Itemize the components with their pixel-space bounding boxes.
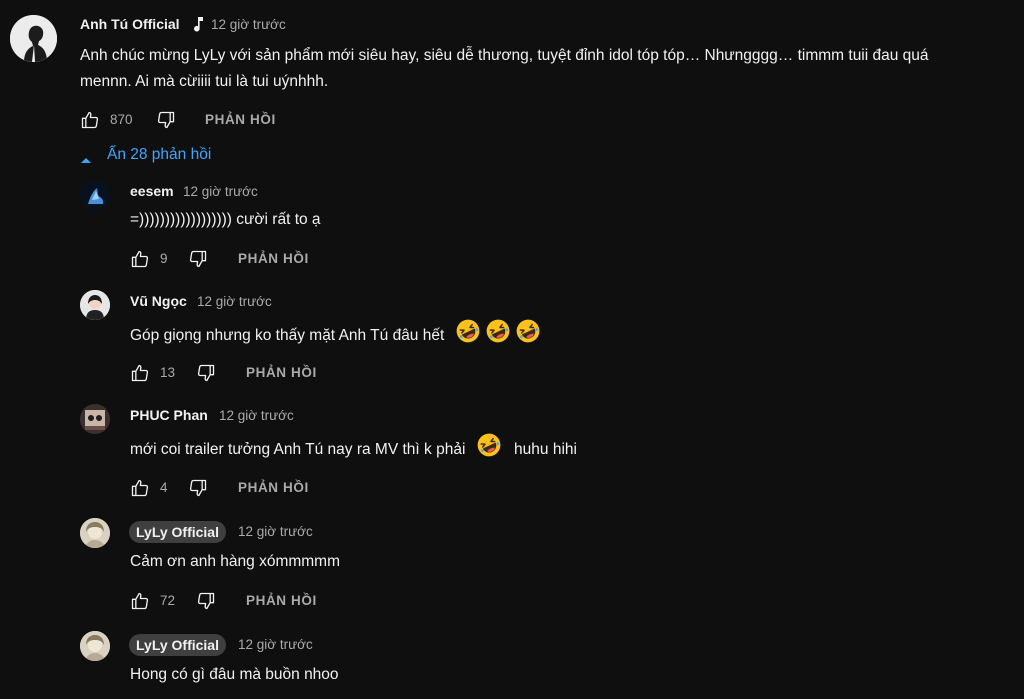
rofl-emoji-icon [515, 318, 541, 344]
creator-badge[interactable]: LyLy Official [129, 634, 226, 656]
hide-replies-label: Ẩn 28 phản hồi [107, 146, 212, 163]
comment-timestamp[interactable]: 12 giờ trước [238, 637, 313, 652]
comment-author[interactable]: Anh Tú Official [80, 16, 180, 32]
comment-text-line: mennn. Ai mà cừiiii tui là tui uýnhhh. [80, 73, 329, 90]
comment-text: =)))))))))))))))))) cười rất to ạ [130, 211, 321, 228]
thumbs-down-icon[interactable] [196, 363, 216, 383]
thumbs-up-icon[interactable] [80, 110, 100, 130]
like-count: 870 [110, 112, 133, 127]
rofl-emoji-icon [485, 318, 511, 344]
like-count: 4 [160, 480, 168, 495]
comment-timestamp[interactable]: 12 giờ trước [219, 408, 294, 423]
comment-text-line: Anh chúc mừng LyLy với sản phẩm mới siêu… [80, 47, 929, 64]
comment-text-body: mới coi trailer tưởng Anh Tú nay ra MV t… [130, 441, 466, 458]
comment-text-tail: huhu hihi [514, 441, 577, 458]
comment-text: Cảm ơn anh hàng xómmmmm [130, 553, 341, 570]
comment-text: mới coi trailer tưởng Anh Tú nay ra MV t… [130, 432, 577, 463]
comment-text: Góp giọng nhưng ko thấy mặt Anh Tú đâu h… [130, 318, 543, 349]
reply-button[interactable]: PHẢN HỒI [238, 480, 309, 495]
caret-up-icon [80, 151, 92, 169]
thumbs-down-icon[interactable] [188, 478, 208, 498]
comment-author: LyLy Official [136, 524, 219, 540]
thumbs-down-icon[interactable] [188, 249, 208, 269]
comment-author[interactable]: eesem [130, 183, 174, 199]
like-count: 72 [160, 593, 176, 608]
avatar[interactable] [80, 631, 110, 661]
creator-badge[interactable]: LyLy Official [129, 521, 226, 543]
comment-author[interactable]: PHUC Phan [130, 407, 208, 423]
like-count: 9 [160, 251, 168, 266]
comment-author: LyLy Official [136, 637, 219, 653]
rofl-emoji-icon [455, 318, 481, 344]
like-count: 13 [160, 365, 176, 380]
thumbs-down-icon[interactable] [196, 591, 216, 611]
reply-button[interactable]: PHẢN HỒI [246, 593, 317, 608]
avatar[interactable] [80, 518, 110, 548]
comment-text-body: Góp giọng nhưng ko thấy mặt Anh Tú đâu h… [130, 327, 445, 344]
reply-button[interactable]: PHẢN HỒI [246, 365, 317, 380]
thumbs-up-icon[interactable] [130, 478, 150, 498]
comment-timestamp[interactable]: 12 giờ trước [183, 184, 258, 199]
thumbs-up-icon[interactable] [130, 591, 150, 611]
avatar[interactable] [10, 15, 57, 62]
rofl-emoji-icon [476, 432, 502, 458]
comment-timestamp[interactable]: 12 giờ trước [238, 524, 313, 539]
comment-text: Hong có gì đâu mà buồn nhoo [130, 666, 339, 683]
reply-button[interactable]: PHẢN HỒI [205, 112, 276, 127]
thumbs-up-icon[interactable] [130, 363, 150, 383]
reply-button[interactable]: PHẢN HỒI [238, 251, 309, 266]
comment-text: Anh chúc mừng LyLy với sản phẩm mới siêu… [80, 43, 1020, 95]
avatar[interactable] [80, 290, 110, 320]
comment-author[interactable]: Vũ Ngọc [130, 293, 187, 309]
thumbs-up-icon[interactable] [130, 249, 150, 269]
comment-timestamp[interactable]: 12 giờ trước [211, 17, 286, 32]
music-note-icon [193, 16, 205, 37]
avatar[interactable] [80, 180, 110, 210]
avatar[interactable] [80, 404, 110, 434]
thumbs-down-icon[interactable] [156, 110, 176, 130]
comment-timestamp[interactable]: 12 giờ trước [197, 294, 272, 309]
